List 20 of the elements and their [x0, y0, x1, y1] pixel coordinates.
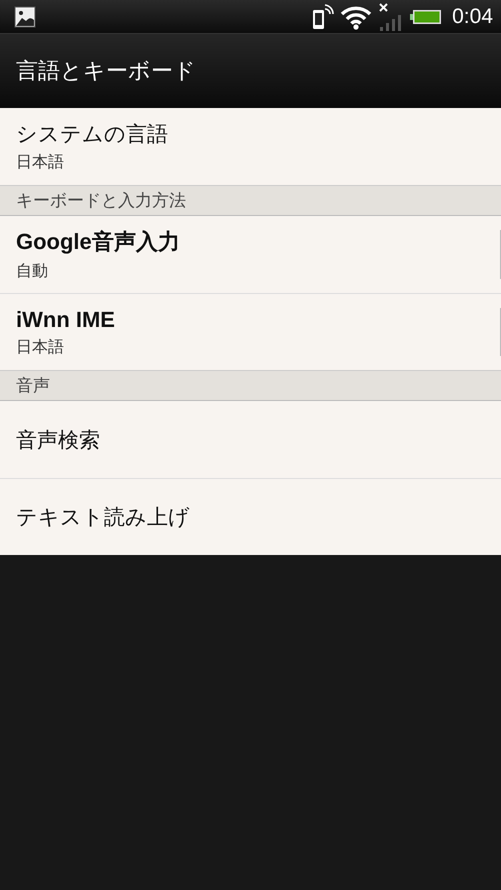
item-title: iWnn IME [16, 306, 116, 332]
section-header: キーボードと入力方法 [0, 185, 501, 216]
item-title: Google音声入力 [16, 228, 181, 256]
item-title: テキスト読み上げ [16, 504, 191, 531]
clock: 0:04 [452, 4, 493, 28]
image-icon [14, 6, 36, 28]
phone-signal-icon [312, 4, 334, 30]
item-title: システムの言語 [16, 121, 169, 148]
settings-item[interactable]: テキスト読み上げ [0, 478, 501, 555]
item-title: 音声検索 [16, 426, 101, 454]
settings-item[interactable]: システムの言語 日本語 [0, 108, 501, 185]
item-summary: 自動 [16, 261, 49, 282]
wifi-icon [340, 4, 372, 30]
settings-item[interactable]: 音声検索 [0, 401, 501, 478]
settings-item[interactable]: Google音声入力 自動 [0, 216, 501, 293]
screen-title: 言語とキーボード [16, 58, 196, 86]
item-summary: 日本語 [16, 336, 65, 358]
battery-icon [410, 8, 442, 24]
section-header: 音声 [0, 370, 501, 401]
item-summary: 日本語 [16, 152, 65, 173]
